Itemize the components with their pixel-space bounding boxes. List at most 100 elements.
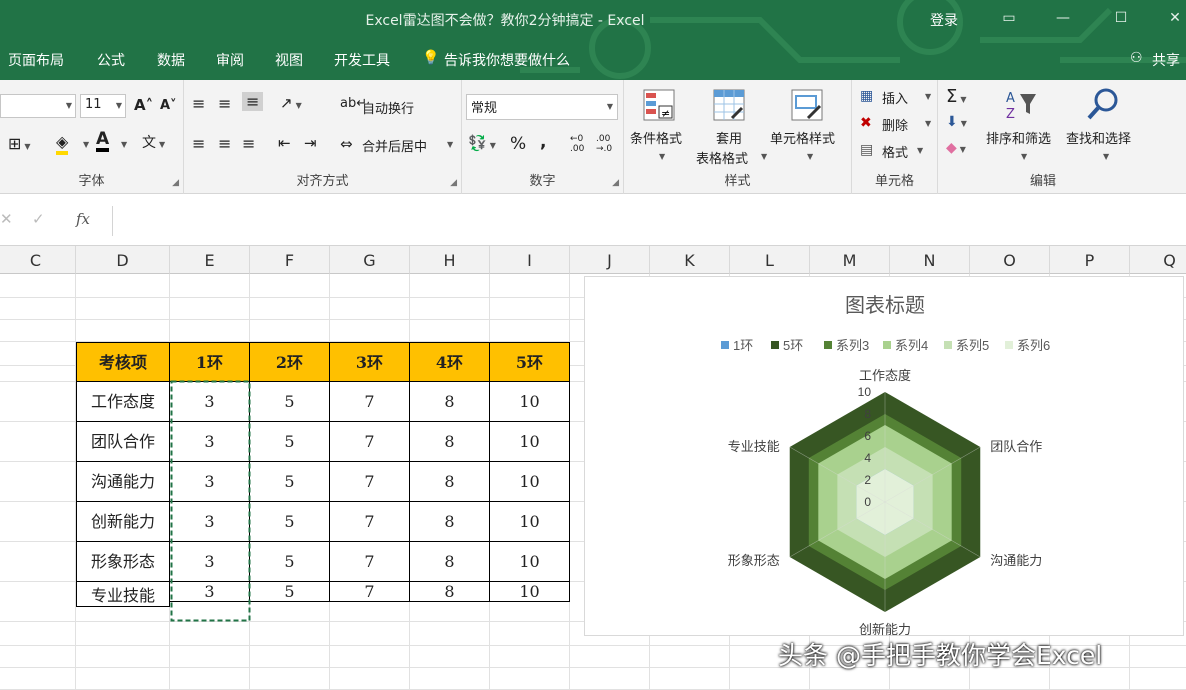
table-cell[interactable]: 10 bbox=[490, 502, 570, 542]
minimize-icon[interactable]: — bbox=[1048, 6, 1078, 30]
table-cell[interactable]: 5 bbox=[250, 502, 330, 542]
number-format-dropdown[interactable]: 常规 ▼ bbox=[466, 94, 618, 120]
fill-icon[interactable]: ⬇ ▼ bbox=[946, 114, 967, 130]
table-cell[interactable]: 5 bbox=[250, 382, 330, 422]
table-cell[interactable]: 5 bbox=[250, 542, 330, 582]
column-header-N[interactable]: N bbox=[890, 246, 970, 274]
table-cell[interactable]: 5 bbox=[250, 582, 330, 602]
autosum-icon[interactable]: Σ ▼ bbox=[946, 86, 967, 107]
merge-center-button[interactable]: 合并后居中 bbox=[362, 136, 427, 155]
table-cell[interactable]: 形象形态 bbox=[76, 542, 170, 582]
radar-chart[interactable]: 图表标题 1环 5环 系列3 系列4 系列5 系列6 0 2 4 6 8 10 工作态度 团队合作 沟通能力… bbox=[584, 276, 1184, 637]
cancel-icon[interactable]: ✕ bbox=[0, 210, 13, 228]
decrease-indent-icon[interactable]: ⇤ bbox=[278, 134, 291, 152]
table-cell[interactable]: 3 bbox=[170, 582, 250, 602]
table-cell[interactable]: 8 bbox=[410, 462, 490, 502]
align-middle-icon[interactable]: ≡ bbox=[218, 94, 231, 113]
ribbon-display-icon[interactable]: ▭ bbox=[994, 6, 1024, 30]
column-header-K[interactable]: K bbox=[650, 246, 730, 274]
enter-icon[interactable]: ✓ bbox=[32, 210, 45, 228]
tell-me-box[interactable]: 告诉我你想要做什么 bbox=[444, 50, 570, 70]
insert-function-icon[interactable]: fx bbox=[76, 210, 90, 228]
table-cell[interactable]: 7 bbox=[330, 502, 410, 542]
format-button[interactable]: 格式 bbox=[882, 142, 908, 161]
font-launcher-icon[interactable]: ◢ bbox=[172, 178, 179, 188]
column-header-P[interactable]: P bbox=[1050, 246, 1130, 274]
table-cell[interactable]: 7 bbox=[330, 582, 410, 602]
table-cell[interactable]: 3 bbox=[170, 382, 250, 422]
insert-button[interactable]: 插入 bbox=[882, 88, 908, 107]
column-header-M[interactable]: M bbox=[810, 246, 890, 274]
close-icon[interactable]: ✕ bbox=[1160, 6, 1186, 30]
increase-decimal-icon[interactable]: ←0.00 bbox=[570, 134, 584, 154]
column-header-L[interactable]: L bbox=[730, 246, 810, 274]
align-top-icon[interactable]: ≡ bbox=[192, 94, 205, 113]
table-cell[interactable]: 团队合作 bbox=[76, 422, 170, 462]
format-as-table-button[interactable]: 表格格式 bbox=[696, 148, 748, 167]
chart-title[interactable]: 图表标题 bbox=[845, 294, 925, 317]
table-cell[interactable]: 8 bbox=[410, 422, 490, 462]
borders-icon[interactable]: ⊞ ▼ bbox=[8, 134, 31, 153]
cell-styles-button[interactable]: 单元格样式 bbox=[770, 128, 835, 147]
tab-formulas[interactable]: 公式 bbox=[97, 50, 125, 70]
decrease-decimal-icon[interactable]: .00 →.0 bbox=[596, 134, 612, 154]
align-right-icon[interactable]: ≡ bbox=[242, 134, 255, 153]
shrink-font-icon[interactable]: A˅ bbox=[160, 98, 177, 113]
table-cell[interactable]: 7 bbox=[330, 422, 410, 462]
table-cell[interactable]: 7 bbox=[330, 382, 410, 422]
conditional-formatting-button[interactable]: 条件格式 bbox=[630, 128, 682, 147]
table-cell[interactable]: 创新能力 bbox=[76, 502, 170, 542]
table-header-cell[interactable]: 1环 bbox=[170, 342, 250, 382]
column-header-F[interactable]: F bbox=[250, 246, 330, 274]
table-header-cell[interactable]: 5环 bbox=[490, 342, 570, 382]
table-cell[interactable]: 3 bbox=[170, 542, 250, 582]
alignment-launcher-icon[interactable]: ◢ bbox=[450, 178, 457, 188]
table-cell[interactable]: 7 bbox=[330, 462, 410, 502]
font-size-dropdown[interactable]: 11 ▼ bbox=[80, 94, 126, 118]
accounting-format-icon[interactable]: 💱 ▼ bbox=[468, 134, 496, 152]
percent-style-button[interactable]: % bbox=[510, 134, 526, 154]
table-cell[interactable]: 3 bbox=[170, 422, 250, 462]
table-cell[interactable]: 8 bbox=[410, 382, 490, 422]
table-cell[interactable]: 沟通能力 bbox=[76, 462, 170, 502]
column-header-H[interactable]: H bbox=[410, 246, 490, 274]
share-button[interactable]: 共享 bbox=[1152, 50, 1180, 70]
tab-review[interactable]: 审阅 bbox=[216, 50, 244, 70]
table-cell[interactable]: 专业技能 bbox=[76, 582, 170, 607]
orientation-icon[interactable]: ↗ ▼ bbox=[280, 94, 302, 112]
column-header-D[interactable]: D bbox=[76, 246, 170, 274]
find-select-button[interactable]: 查找和选择 bbox=[1066, 128, 1131, 147]
fill-color-icon[interactable]: ◈ bbox=[56, 132, 69, 155]
table-header-cell[interactable]: 考核项 bbox=[76, 342, 170, 382]
align-left-icon[interactable]: ≡ bbox=[192, 134, 205, 153]
comma-style-button[interactable]: , bbox=[540, 132, 546, 152]
format-as-table-label1[interactable]: 套用 bbox=[716, 128, 742, 147]
table-header-cell[interactable]: 3环 bbox=[330, 342, 410, 382]
table-cell[interactable]: 10 bbox=[490, 382, 570, 422]
tab-view[interactable]: 视图 bbox=[275, 50, 303, 70]
phonetic-icon[interactable]: 文 ▼ bbox=[142, 132, 165, 152]
formula-input[interactable] bbox=[112, 206, 1186, 236]
column-header-O[interactable]: O bbox=[970, 246, 1050, 274]
align-bottom-icon[interactable]: ≡ bbox=[242, 92, 264, 111]
tab-developer[interactable]: 开发工具 bbox=[334, 50, 390, 70]
table-cell[interactable]: 7 bbox=[330, 542, 410, 582]
delete-button[interactable]: 删除 bbox=[882, 115, 908, 134]
table-cell[interactable]: 10 bbox=[490, 422, 570, 462]
format-icon[interactable]: ▤ bbox=[860, 142, 873, 158]
table-cell[interactable]: 工作态度 bbox=[76, 382, 170, 422]
column-header-C[interactable]: C bbox=[0, 246, 76, 274]
table-cell[interactable]: 10 bbox=[490, 582, 570, 602]
column-header-Q[interactable]: Q bbox=[1130, 246, 1186, 274]
sort-filter-button[interactable]: 排序和筛选 bbox=[986, 128, 1051, 147]
table-header-cell[interactable]: 4环 bbox=[410, 342, 490, 382]
table-cell[interactable]: 8 bbox=[410, 582, 490, 602]
table-cell[interactable]: 8 bbox=[410, 542, 490, 582]
wrap-text-button[interactable]: 自动换行 bbox=[362, 98, 414, 117]
table-cell[interactable]: 10 bbox=[490, 542, 570, 582]
grow-font-icon[interactable]: A˄ bbox=[134, 96, 153, 114]
column-header-I[interactable]: I bbox=[490, 246, 570, 274]
align-center-icon[interactable]: ≡ bbox=[218, 134, 231, 153]
font-name-dropdown[interactable]: ▼ bbox=[0, 94, 76, 118]
table-cell[interactable]: 8 bbox=[410, 502, 490, 542]
